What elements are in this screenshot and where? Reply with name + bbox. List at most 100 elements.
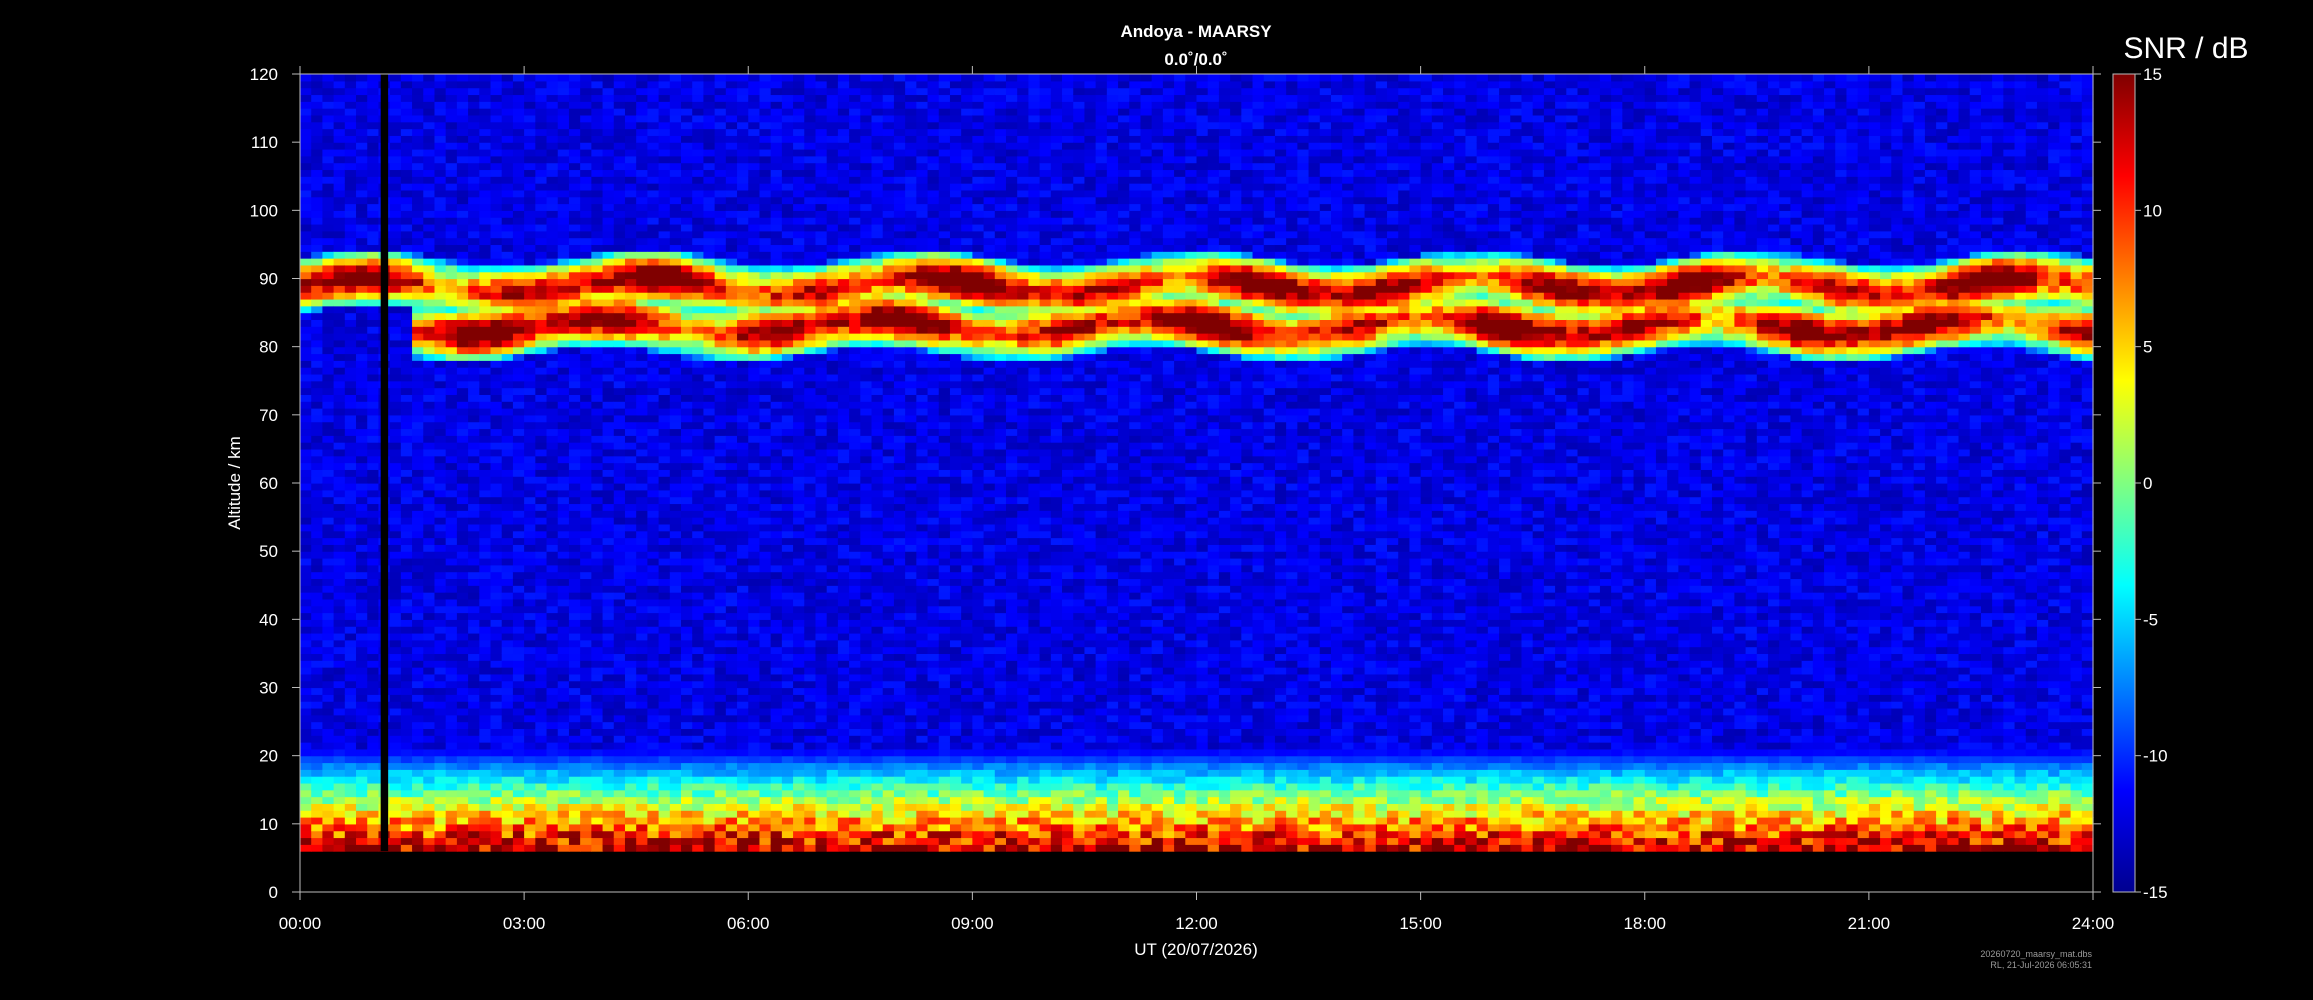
heatmap-cell (725, 319, 738, 327)
heatmap-cell (333, 326, 346, 334)
heatmap-cell (344, 680, 357, 689)
heatmap-cell (703, 346, 716, 355)
heatmap-cell (748, 210, 761, 218)
heatmap-cell (602, 292, 615, 300)
heatmap-cell (456, 114, 469, 123)
heatmap-cell (725, 592, 738, 600)
heatmap-cell (681, 517, 693, 525)
heatmap-cell (389, 428, 402, 436)
heatmap-cell (501, 748, 514, 757)
heatmap-cell (344, 537, 357, 545)
heatmap-cell (344, 421, 357, 430)
heatmap-cell (434, 639, 447, 648)
heatmap-cell (714, 837, 727, 845)
heatmap-cell (456, 142, 469, 150)
heatmap-cell (546, 782, 559, 791)
heatmap-cell (333, 557, 346, 566)
heatmap-cell (479, 367, 492, 375)
heatmap-cell (333, 387, 346, 395)
heatmap-cell (501, 421, 514, 430)
heatmap-cell (703, 537, 716, 545)
heatmap-cell (400, 687, 413, 695)
heatmap-cell (344, 142, 357, 150)
heatmap-cell (580, 523, 592, 532)
heatmap-cell (725, 837, 738, 845)
heatmap-cell (333, 844, 346, 852)
heatmap-cell (624, 94, 637, 102)
heatmap-cell (468, 810, 480, 818)
heatmap-cell (703, 707, 716, 716)
heatmap-cell (580, 292, 592, 300)
heatmap-cell (456, 714, 469, 723)
heatmap-cell (501, 292, 514, 300)
heatmap-cell (311, 360, 324, 368)
heatmap-cell (535, 230, 548, 239)
heatmap-cell (389, 503, 402, 511)
heatmap-cell (580, 544, 592, 552)
heatmap-cell (681, 319, 693, 327)
heatmap-cell (333, 585, 346, 593)
heatmap-cell (692, 148, 705, 157)
heatmap-cell (725, 646, 738, 655)
heatmap-cell (367, 537, 380, 545)
heatmap-cell (456, 646, 469, 655)
heatmap-cell (770, 544, 783, 552)
heatmap-cell (479, 762, 492, 770)
heatmap-cell (445, 155, 458, 164)
heatmap-cell (613, 483, 626, 491)
heatmap-cell (748, 803, 761, 811)
heatmap-cell (322, 510, 335, 518)
heatmap-cell (568, 155, 581, 164)
heatmap-cell (613, 769, 626, 777)
heatmap-cell (669, 305, 682, 314)
heatmap-cell (748, 142, 761, 150)
heatmap-cell (681, 694, 693, 702)
heatmap-cell (468, 844, 480, 852)
heatmap-cell (423, 408, 436, 416)
heatmap-cell (311, 271, 324, 280)
heatmap-cell (669, 605, 682, 614)
heatmap-cell (748, 421, 761, 430)
heatmap-cell (479, 721, 492, 729)
heatmap-cell (737, 346, 749, 355)
heatmap-cell (613, 660, 626, 668)
heatmap-cell (445, 312, 458, 320)
heatmap-cell (580, 128, 592, 136)
heatmap-cell (613, 469, 626, 477)
heatmap-cell (557, 537, 570, 545)
heatmap-cell (512, 346, 525, 355)
heatmap-cell (400, 421, 413, 430)
heatmap-cell (624, 701, 637, 709)
heatmap-cell (389, 74, 402, 82)
heatmap-cell (468, 258, 480, 266)
heatmap-cell (367, 503, 380, 511)
heatmap-cell (300, 469, 312, 477)
heatmap-cell (412, 128, 424, 136)
heatmap-cell (434, 489, 447, 498)
heatmap-cell (479, 251, 492, 259)
heatmap-cell (568, 830, 581, 839)
heatmap-cell (423, 346, 436, 355)
heatmap-cell (681, 687, 693, 695)
heatmap-cell (389, 367, 402, 375)
heatmap-cell (456, 571, 469, 580)
heatmap-cell (546, 121, 559, 130)
heatmap-cell (512, 278, 525, 286)
heatmap-cell (311, 380, 324, 389)
heatmap-cell (759, 278, 772, 286)
heatmap-cell (412, 578, 424, 586)
heatmap-cell (725, 748, 738, 757)
heatmap-cell (703, 728, 716, 736)
heatmap-cell (434, 333, 447, 341)
heatmap-cell (434, 373, 447, 382)
heatmap-cell (703, 748, 716, 757)
heatmap-cell (591, 537, 604, 545)
heatmap-cell (681, 278, 693, 286)
heatmap-cell (546, 483, 559, 491)
heatmap-cell (412, 701, 424, 709)
heatmap-cell (636, 530, 648, 539)
heatmap-cell (658, 442, 671, 450)
heatmap-cell (669, 762, 682, 770)
heatmap-cell (602, 408, 615, 416)
heatmap-cell (434, 612, 447, 620)
